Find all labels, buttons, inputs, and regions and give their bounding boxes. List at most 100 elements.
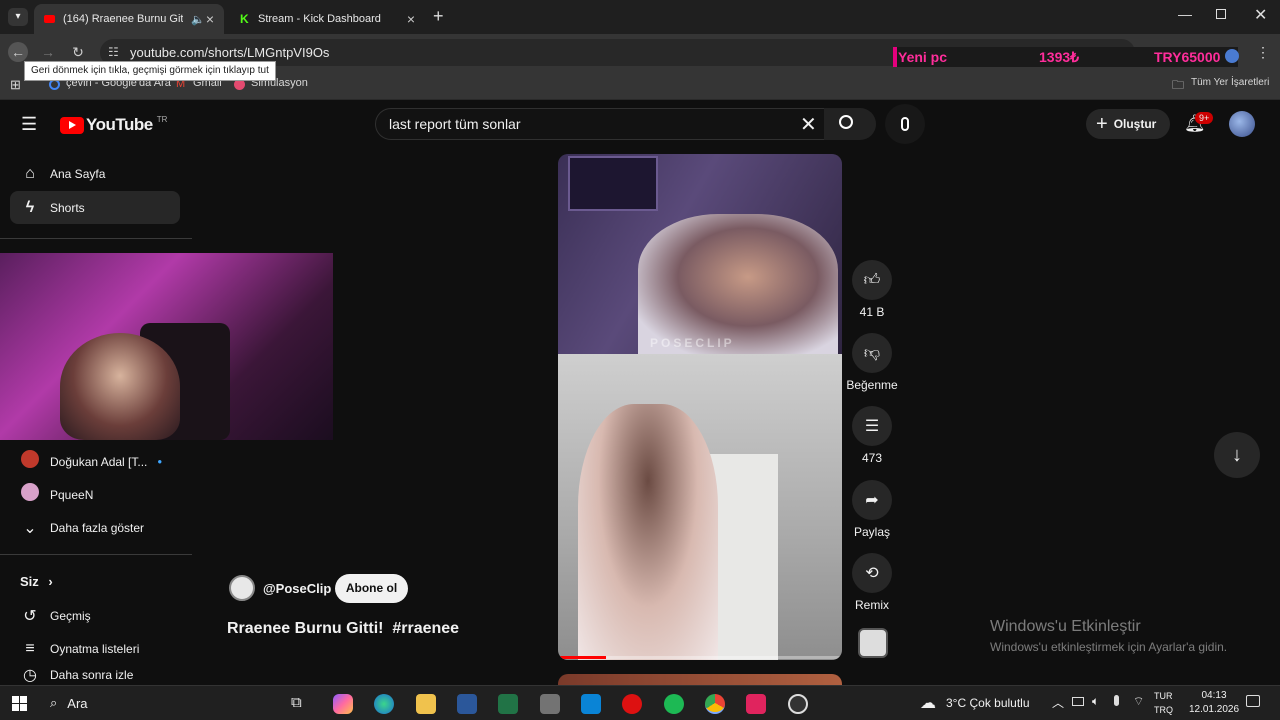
like-button[interactable]: 👍︎ bbox=[852, 260, 892, 300]
activation-subtitle: Windows'u etkinleştirmek için Ayarlar'a … bbox=[990, 640, 1228, 654]
tab-youtube[interactable]: (164) Rraenee Burnu Gitti! # 🔈 × bbox=[34, 4, 224, 34]
weather-icon: ☁ bbox=[920, 695, 936, 712]
speaker-icon[interactable]: 🔈 bbox=[191, 13, 205, 26]
clock-icon: ◷ bbox=[23, 667, 37, 684]
file-explorer-icon[interactable] bbox=[416, 694, 436, 714]
all-bookmarks[interactable]: Tüm Yer İşaretleri bbox=[1191, 77, 1269, 88]
video-bottom-panel bbox=[558, 354, 842, 660]
close-tab-icon[interactable]: × bbox=[407, 11, 415, 27]
back-button[interactable]: ← bbox=[8, 42, 28, 62]
sidebar-item-history[interactable]: ↺ Geçmiş bbox=[10, 599, 180, 632]
subscription-dogukan[interactable]: Doğukan Adal [T... ● bbox=[10, 445, 180, 478]
microphone-tray-icon[interactable] bbox=[1114, 695, 1119, 706]
voice-search-button[interactable] bbox=[885, 104, 925, 144]
comments-button[interactable]: ☰ bbox=[852, 406, 892, 446]
channel-avatar[interactable] bbox=[229, 575, 255, 601]
app-dark-icon[interactable] bbox=[788, 694, 808, 714]
opera-icon[interactable] bbox=[622, 694, 642, 714]
ticker-amount: 1393₺ bbox=[1039, 49, 1080, 65]
tab-kick[interactable]: K Stream - Kick Dashboard × bbox=[230, 4, 425, 34]
edge-icon[interactable] bbox=[374, 694, 394, 714]
weather-text[interactable]: 3°C Çok bulutlu bbox=[946, 696, 1030, 710]
remix-button[interactable]: ⟲ bbox=[852, 553, 892, 593]
menu-dots-icon[interactable]: ⋮ bbox=[1256, 44, 1270, 61]
taskbar-search[interactable]: ⌕ Ara bbox=[40, 689, 280, 717]
url-text[interactable]: youtube.com/shorts/LMGntpVI9Os bbox=[130, 45, 329, 60]
you-label: Siz bbox=[20, 574, 39, 589]
thumbs-up-icon: 👍︎ bbox=[863, 271, 881, 289]
show-more-button[interactable]: ⌄ Daha fazla göster bbox=[10, 511, 180, 544]
tab-title: (164) Rraenee Burnu Gitti! # bbox=[63, 13, 183, 25]
youtube-logo[interactable]: YouTube TR bbox=[60, 115, 167, 135]
tab-search-icon[interactable]: ▾ bbox=[8, 8, 28, 26]
microphone-icon bbox=[901, 117, 909, 131]
avatar[interactable] bbox=[1229, 111, 1255, 137]
browser-tab-bar: ▾ (164) Rraenee Burnu Gitti! # 🔈 × K Str… bbox=[0, 0, 1280, 34]
copilot-icon[interactable] bbox=[333, 694, 353, 714]
volume-icon[interactable]: 🔈︎ bbox=[1092, 694, 1099, 709]
share-button[interactable]: ➦ bbox=[852, 480, 892, 520]
region-code: TR bbox=[156, 114, 168, 124]
excel-icon[interactable] bbox=[498, 694, 518, 714]
history-icon: ↺ bbox=[23, 607, 37, 625]
you-section[interactable]: Siz › bbox=[20, 574, 53, 589]
sidebar-item-playlists[interactable]: ≡ Oynatma listeleri bbox=[10, 632, 180, 665]
chrome-icon[interactable] bbox=[705, 694, 725, 714]
tray-chevron-icon[interactable]: ︿ bbox=[1052, 694, 1064, 711]
battery-icon[interactable] bbox=[1072, 697, 1084, 706]
close-window-button[interactable]: ✕ bbox=[1254, 5, 1267, 25]
site-info-icon[interactable]: ☷ bbox=[108, 45, 119, 59]
channel-name[interactable]: @PoseClip bbox=[263, 581, 331, 596]
subscription-pqueen[interactable]: PqueeN bbox=[10, 478, 180, 511]
video-progress-track[interactable] bbox=[558, 656, 842, 659]
subscribe-button[interactable]: Abone ol bbox=[335, 574, 408, 603]
apps-grid-icon[interactable]: ⊞ bbox=[10, 77, 21, 93]
spotify-icon[interactable] bbox=[664, 694, 684, 714]
clock[interactable]: 04:13 12.01.2026 bbox=[1186, 689, 1242, 717]
subscription-label: Doğukan Adal [T... bbox=[50, 454, 148, 469]
hamburger-menu-icon[interactable]: ☰ bbox=[21, 114, 37, 135]
video-streamer bbox=[638, 214, 838, 354]
sound-channel-avatar[interactable] bbox=[858, 628, 888, 658]
dislike-button[interactable]: 👎︎ bbox=[852, 333, 892, 373]
remix-icon: ⟲ bbox=[865, 565, 879, 582]
short-video-player[interactable]: POSECLIP bbox=[558, 154, 842, 660]
video-shelf bbox=[568, 156, 658, 211]
clear-search-icon[interactable]: ✕ bbox=[800, 112, 817, 137]
search-input[interactable]: last report tüm sonlar ✕ bbox=[375, 108, 827, 140]
new-tab-button[interactable]: + bbox=[433, 6, 444, 27]
forward-button[interactable]: → bbox=[38, 42, 58, 62]
minimize-button[interactable]: — bbox=[1178, 6, 1192, 22]
create-button[interactable]: + Oluştur bbox=[1086, 109, 1170, 139]
remix-label: Remix bbox=[854, 598, 889, 612]
short-title: Rraenee Burnu Gitti! #rraenee bbox=[227, 620, 460, 637]
search-button[interactable] bbox=[824, 108, 876, 140]
task-view-icon[interactable]: ⧉ bbox=[291, 694, 302, 711]
windows-start-icon[interactable] bbox=[12, 696, 27, 711]
live-dot-icon: ● bbox=[157, 457, 163, 466]
subscription-label: PqueeN bbox=[50, 487, 94, 502]
close-tab-icon[interactable]: × bbox=[206, 11, 214, 27]
word-icon[interactable] bbox=[457, 694, 477, 714]
network-icon[interactable]: ⌔ bbox=[1133, 694, 1144, 709]
reload-button[interactable]: ↻ bbox=[68, 42, 88, 62]
kick-favicon-icon: K bbox=[240, 11, 249, 26]
next-short-button[interactable]: ↓ bbox=[1214, 432, 1260, 478]
next-short-preview[interactable] bbox=[558, 674, 842, 685]
language-indicator[interactable]: TUR TRQ bbox=[1154, 689, 1173, 717]
store-icon[interactable] bbox=[581, 694, 601, 714]
plus-icon: + bbox=[1096, 112, 1108, 135]
channel-avatar bbox=[10, 450, 50, 473]
language-code: TUR bbox=[1154, 691, 1173, 701]
calculator-icon[interactable] bbox=[540, 694, 560, 714]
sidebar-item-label: Geçmiş bbox=[50, 608, 91, 623]
sidebar-item-watch-later[interactable]: ◷ Daha sonra izle bbox=[10, 665, 180, 685]
app-red-icon[interactable] bbox=[746, 694, 766, 714]
maximize-button[interactable] bbox=[1216, 9, 1226, 19]
notification-center-icon[interactable] bbox=[1246, 695, 1260, 707]
playlist-icon: ≡ bbox=[25, 639, 35, 657]
share-label: Paylaş bbox=[853, 525, 891, 539]
sidebar-item-home[interactable]: ⌂ Ana Sayfa bbox=[10, 157, 180, 190]
sidebar-item-shorts[interactable]: ϟ Shorts bbox=[10, 191, 180, 224]
share-icon: ➦ bbox=[865, 492, 879, 509]
